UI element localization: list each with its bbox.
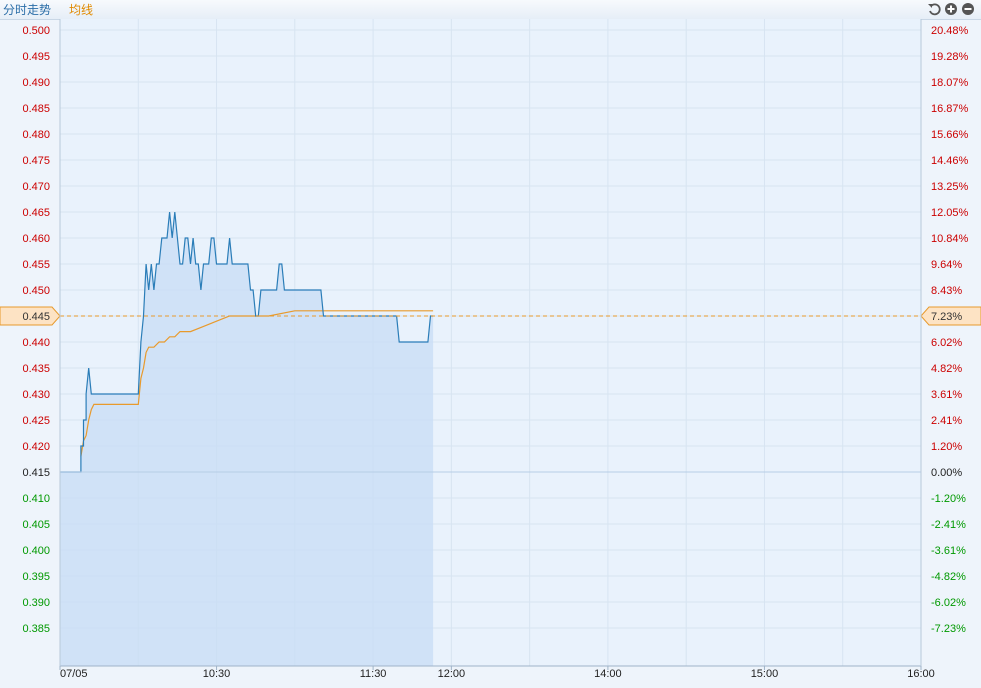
percent-tick-label: 2.41% (931, 415, 962, 427)
price-tick-label: 0.410 (22, 493, 50, 505)
percent-tick-label: 6.02% (931, 337, 962, 349)
percent-tick-label: 13.25% (931, 181, 969, 193)
percent-tick-label: -7.23% (931, 623, 966, 635)
price-tick-label: 0.430 (22, 389, 50, 401)
price-tick-label: 0.495 (22, 51, 50, 63)
price-tick-label: 0.485 (22, 103, 50, 115)
intraday-chart: 0.445 7.23% 0.500 0.495 0.490 0.485 0.480 0.4… (0, 19, 981, 680)
chart-header: 分时走势 均线 (0, 0, 981, 20)
percent-tick-label: 8.43% (931, 285, 962, 297)
price-tick-label: 0.420 (22, 441, 50, 453)
percent-tick-label: -6.02% (931, 597, 966, 609)
price-tick-label: 0.385 (22, 623, 50, 635)
percent-tick-label: 16.87% (931, 103, 969, 115)
percent-tick-label: 14.46% (931, 155, 969, 167)
price-tick-label: 0.490 (22, 77, 50, 89)
percent-tick-label: 18.07% (931, 77, 969, 89)
percent-tick-label: 9.64% (931, 259, 962, 271)
percent-tick-label: 3.61% (931, 389, 962, 401)
price-tick-label: 0.450 (22, 285, 50, 297)
percent-tick-label: -4.82% (931, 571, 966, 583)
time-axis: 07/05 10:30 11:30 12:00 14:00 15:00 16:00 (59, 666, 935, 680)
percent-tick-label: 4.82% (931, 363, 962, 375)
price-tick-label: 0.425 (22, 415, 50, 427)
price-tick-label: 0.480 (22, 129, 50, 141)
percent-tick-label: 12.05% (931, 207, 969, 219)
current-pct-label: 7.23% (931, 311, 962, 323)
price-tick-label: 0.415 (22, 467, 50, 479)
price-tick-label: 0.435 (22, 363, 50, 375)
time-tick-label: 16:00 (907, 668, 935, 680)
time-tick-label: 12:00 (438, 668, 466, 680)
percent-tick-label: -2.41% (931, 519, 966, 531)
right-percent-axis: 20.48% 19.28% 18.07% 16.87% 15.66% 14.46% 13.2… (931, 25, 969, 635)
percent-tick-label: 19.28% (931, 51, 969, 63)
time-tick-label: 10:30 (203, 668, 231, 680)
price-tick-label: 0.475 (22, 155, 50, 167)
percent-tick-label: 15.66% (931, 129, 969, 141)
price-tick-label: 0.500 (22, 25, 50, 37)
time-tick-label: 11:30 (360, 668, 387, 680)
zoom-in-icon[interactable] (944, 2, 958, 16)
time-tick-label: 14:00 (594, 668, 622, 680)
price-tick-label: 0.460 (22, 233, 50, 245)
price-tick-label: 0.405 (22, 519, 50, 531)
percent-tick-label: 10.84% (931, 233, 969, 245)
price-tick-label: 0.465 (22, 207, 50, 219)
tab-average-line[interactable]: 均线 (69, 3, 93, 17)
zoom-out-icon[interactable] (961, 2, 975, 16)
price-tick-label: 0.400 (22, 545, 50, 557)
percent-tick-label: 20.48% (931, 25, 969, 37)
price-tick-label: 0.395 (22, 571, 50, 583)
refresh-icon[interactable] (927, 2, 941, 16)
percent-tick-label: -3.61% (931, 545, 966, 557)
price-tick-label: 0.470 (22, 181, 50, 193)
percent-tick-label: -1.20% (931, 493, 966, 505)
percent-tick-label: 1.20% (931, 441, 962, 453)
price-tick-label: 0.440 (22, 337, 50, 349)
tab-intraday-trend[interactable]: 分时走势 (3, 3, 51, 17)
time-tick-label: 07/05 (60, 668, 88, 680)
price-tick-label: 0.455 (22, 259, 50, 271)
percent-tick-label: 0.00% (931, 467, 962, 479)
time-tick-label: 15:00 (751, 668, 779, 680)
left-price-axis: 0.500 0.495 0.490 0.485 0.480 0.475 0.470 0.465… (22, 25, 50, 635)
price-tick-label: 0.390 (22, 597, 50, 609)
current-price-label: 0.445 (22, 311, 50, 323)
